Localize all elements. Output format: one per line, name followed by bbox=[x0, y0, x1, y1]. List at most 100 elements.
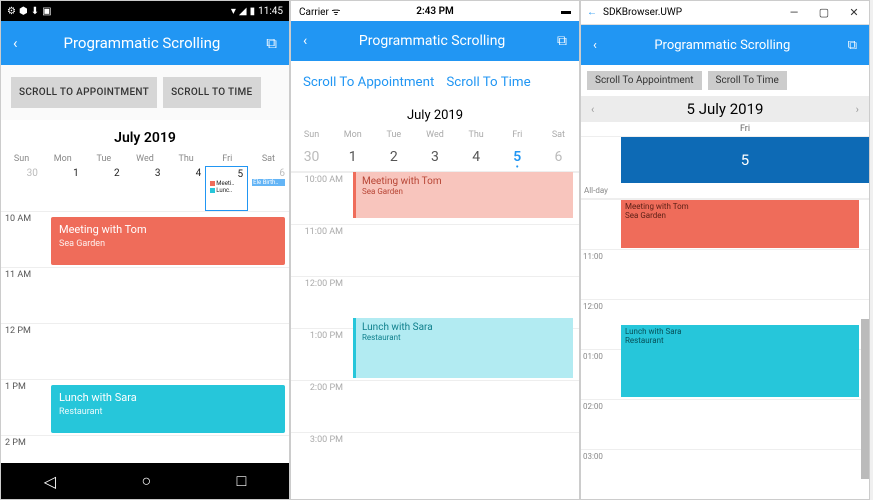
signal-icon: ◢ bbox=[239, 6, 247, 17]
uwp-body: Scroll To Appointment Scroll To Time ‹ 5… bbox=[581, 65, 869, 499]
time-label: 1:00 PM bbox=[291, 329, 349, 380]
day-header: Fri bbox=[581, 122, 869, 137]
scrollbar[interactable] bbox=[861, 319, 869, 479]
time-label: 1 PM bbox=[1, 380, 47, 435]
open-external-icon[interactable]: ⧉ bbox=[557, 33, 567, 49]
action-buttons: SCROLL TO APPOINTMENT SCROLL TO TIME bbox=[1, 65, 289, 120]
action-buttons: Scroll To Appointment Scroll To Time bbox=[581, 65, 869, 96]
carrier-text: Carrier bbox=[299, 7, 329, 18]
uwp-titlebar: ← SDKBrowser.UWP ― ▢ ✕ bbox=[581, 1, 869, 25]
scroll-to-time-button[interactable]: Scroll To Time bbox=[446, 75, 530, 90]
download-icon: ⬇ bbox=[31, 6, 39, 17]
clock-text: 11:45 bbox=[258, 6, 283, 17]
day-cell[interactable]: 30 bbox=[291, 143, 332, 171]
back-icon[interactable]: ← bbox=[587, 7, 597, 18]
wifi-icon: ▾ bbox=[231, 6, 236, 17]
day-number: 5 bbox=[581, 137, 869, 183]
time-label: 11 AM bbox=[1, 268, 47, 323]
android-device: ⚙ ⬢ ⬇ ▣ ▾ ◢ ▮ 11:45 ‹ Programmatic Scrol… bbox=[0, 0, 290, 500]
time-label: 02:00 bbox=[581, 400, 621, 449]
next-icon[interactable]: › bbox=[856, 103, 859, 116]
google-icon: ▣ bbox=[42, 6, 51, 17]
scroll-to-time-button[interactable]: SCROLL TO TIME bbox=[163, 77, 260, 108]
day-cell-today[interactable]: 5 Meeti.. Lunc.. bbox=[205, 166, 248, 211]
timeline[interactable]: 11:00 12:00 01:00 02:00 03:00 Meeting wi… bbox=[581, 199, 869, 499]
day-cell[interactable]: 2 bbox=[373, 143, 414, 171]
appointment-meeting[interactable]: Meeting with TomSea Garden bbox=[621, 200, 859, 248]
nav-home-icon[interactable]: ○ bbox=[141, 471, 151, 491]
page-title: Programmatic Scrolling bbox=[597, 38, 848, 53]
open-external-icon[interactable]: ⧉ bbox=[266, 34, 277, 52]
day-cell[interactable]: 4 bbox=[164, 166, 205, 211]
ios-statusbar: Carrier ᯤ 2:43 PM ▬ bbox=[291, 1, 579, 21]
timeline[interactable]: 10 AM 11 AM 12 PM 1 PM 2 PM Meeting with… bbox=[1, 211, 289, 463]
day-cell[interactable]: 3 bbox=[124, 166, 165, 211]
day-cell[interactable]: 30 bbox=[1, 166, 42, 211]
scroll-to-appointment-button[interactable]: Scroll To Appointment bbox=[587, 71, 702, 90]
month-title: July 2019 bbox=[291, 104, 579, 127]
days-row: 30 1 2 3 4 5 Meeti.. Lunc.. 6 Ele Birth.… bbox=[1, 166, 289, 211]
wifi-icon: ᯤ bbox=[331, 7, 340, 18]
event-chip: Lunc.. bbox=[210, 187, 243, 194]
time-label bbox=[581, 200, 621, 249]
month-title: July 2019 bbox=[1, 120, 289, 152]
time-label: 10 AM bbox=[1, 212, 47, 267]
nav-date: 5 July 2019 bbox=[687, 100, 764, 118]
shield-icon: ⬢ bbox=[19, 6, 28, 17]
day-number-cell[interactable]: 5 bbox=[621, 137, 869, 183]
scroll-to-appointment-button[interactable]: SCROLL TO APPOINTMENT bbox=[11, 77, 157, 108]
days-row: 30 1 2 3 4 5 6 bbox=[291, 143, 579, 172]
timeline[interactable]: 10:00 AM 11:00 AM 12:00 PM 1:00 PM 2:00 … bbox=[291, 172, 579, 499]
time-label: 12 PM bbox=[1, 324, 47, 379]
uwp-device: ← SDKBrowser.UWP ― ▢ ✕ ‹ Programmatic Sc… bbox=[580, 0, 870, 500]
maximize-icon[interactable]: ▢ bbox=[809, 1, 839, 25]
gear-icon: ⚙ bbox=[7, 6, 16, 17]
ios-device: Carrier ᯤ 2:43 PM ▬ ‹ Programmatic Scrol… bbox=[290, 0, 580, 500]
event-chip: Ele Birth.. bbox=[252, 179, 285, 186]
scroll-to-time-button[interactable]: Scroll To Time bbox=[708, 71, 787, 90]
appointment-meeting[interactable]: Meeting with TomSea Garden bbox=[353, 172, 573, 218]
open-external-icon[interactable]: ⧉ bbox=[848, 38, 857, 53]
time-label: 01:00 bbox=[581, 350, 621, 399]
day-cell[interactable]: 4 bbox=[456, 143, 497, 171]
time-label: 3:00 PM bbox=[291, 433, 349, 484]
minimize-icon[interactable]: ― bbox=[779, 1, 809, 25]
appointment-lunch[interactable]: Lunch with SaraRestaurant bbox=[353, 318, 573, 378]
window-buttons: ― ▢ ✕ bbox=[779, 1, 869, 25]
time-label: 2 PM bbox=[1, 436, 47, 463]
appointment-lunch[interactable]: Lunch with SaraRestaurant bbox=[621, 325, 859, 397]
prev-icon[interactable]: ‹ bbox=[591, 103, 594, 116]
day-cell[interactable]: 1 bbox=[332, 143, 373, 171]
days-header: Sun Mon Tue Wed Thu Fri Sat bbox=[291, 127, 579, 143]
close-icon[interactable]: ✕ bbox=[839, 1, 869, 25]
uwp-header: ‹ Programmatic Scrolling ⧉ bbox=[581, 25, 869, 65]
battery-icon: ▮ bbox=[250, 6, 256, 17]
appointment-meeting[interactable]: Meeting with TomSea Garden bbox=[51, 217, 285, 265]
time-label: 11:00 AM bbox=[291, 225, 349, 276]
day-cell-today[interactable]: 5 bbox=[497, 143, 538, 171]
time-label: 12:00 bbox=[581, 300, 621, 349]
time-label: 2:00 PM bbox=[291, 381, 349, 432]
android-body: SCROLL TO APPOINTMENT SCROLL TO TIME Jul… bbox=[1, 65, 289, 463]
day-cell[interactable]: 1 bbox=[42, 166, 83, 211]
allday-row: All-day bbox=[581, 183, 869, 199]
nav-back-icon[interactable]: ◁ bbox=[44, 472, 56, 491]
day-cell[interactable]: 2 bbox=[83, 166, 124, 211]
page-title: Programmatic Scrolling bbox=[307, 33, 557, 49]
battery-icon: ▬ bbox=[561, 6, 571, 17]
scroll-to-appointment-button[interactable]: Scroll To Appointment bbox=[303, 75, 434, 90]
android-navbar: ◁ ○ □ bbox=[1, 463, 289, 499]
day-cell[interactable]: 6 bbox=[538, 143, 579, 171]
time-label: 03:00 bbox=[581, 450, 621, 499]
time-label: 12:00 PM bbox=[291, 277, 349, 328]
android-statusbar: ⚙ ⬢ ⬇ ▣ ▾ ◢ ▮ 11:45 bbox=[1, 1, 289, 21]
nav-recents-icon[interactable]: □ bbox=[237, 471, 247, 491]
clock-text: 2:43 PM bbox=[416, 6, 454, 17]
ios-body: Scroll To Appointment Scroll To Time Jul… bbox=[291, 61, 579, 499]
day-cell[interactable]: 6 Ele Birth.. bbox=[248, 166, 289, 211]
time-label: 10:00 AM bbox=[291, 173, 349, 224]
page-title: Programmatic Scrolling bbox=[18, 34, 267, 52]
day-cell[interactable]: 3 bbox=[414, 143, 455, 171]
date-nav: ‹ 5 July 2019 › bbox=[581, 96, 869, 122]
appointment-lunch[interactable]: Lunch with SaraRestaurant bbox=[51, 385, 285, 433]
